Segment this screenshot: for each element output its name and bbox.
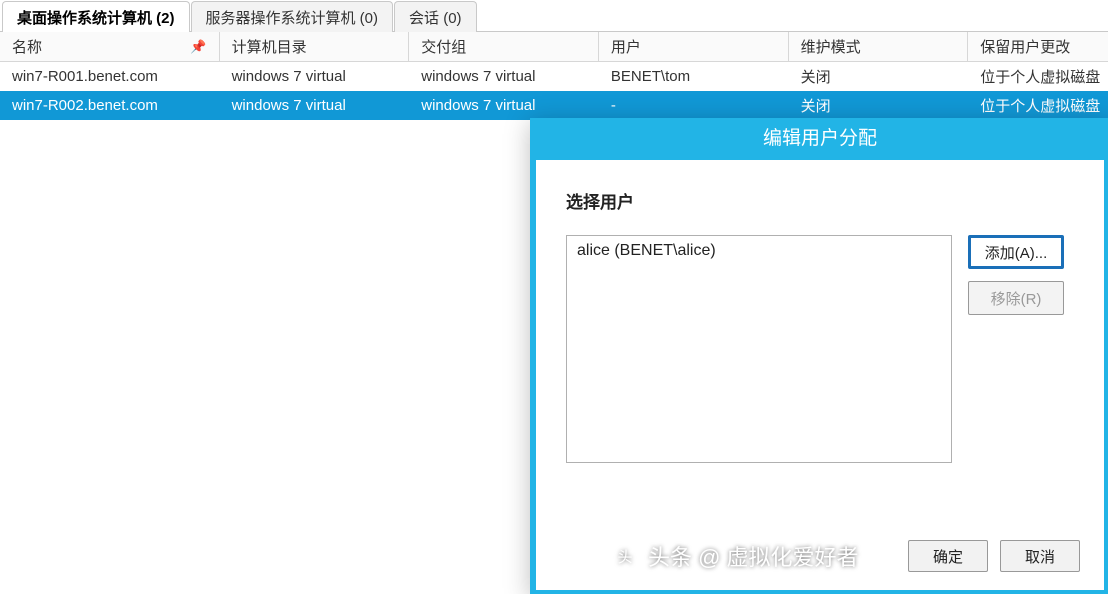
cancel-button[interactable]: 取消: [1000, 540, 1080, 572]
tab-sessions[interactable]: 会话 (0): [394, 1, 477, 32]
cell-name: win7-R002.benet.com: [0, 97, 220, 114]
cell-catalog: windows 7 virtual: [220, 97, 410, 114]
column-name[interactable]: 名称 📌: [0, 32, 220, 61]
cell-user: -: [599, 97, 789, 114]
cell-user: BENET\tom: [599, 68, 789, 85]
user-listbox[interactable]: alice (BENET\alice): [566, 235, 952, 463]
cell-retain: 位于个人虚拟磁盘: [968, 95, 1108, 116]
tab-strip: 桌面操作系统计算机 (2) 服务器操作系统计算机 (0) 会话 (0): [0, 0, 1108, 32]
section-label: 选择用户: [566, 188, 1074, 213]
column-user[interactable]: 用户: [599, 32, 789, 61]
cell-maint: 关闭: [789, 95, 969, 116]
cell-retain: 位于个人虚拟磁盘: [968, 66, 1108, 87]
table-row[interactable]: win7-R001.benet.com windows 7 virtual wi…: [0, 62, 1108, 91]
column-maintenance[interactable]: 维护模式: [789, 32, 969, 61]
cell-name: win7-R001.benet.com: [0, 68, 220, 85]
table-header: 名称 📌 计算机目录 交付组 用户 维护模式 保留用户更改: [0, 32, 1108, 62]
add-button[interactable]: 添加(A)...: [968, 235, 1064, 269]
table-row[interactable]: win7-R002.benet.com windows 7 virtual wi…: [0, 91, 1108, 120]
column-catalog[interactable]: 计算机目录: [220, 32, 410, 61]
column-delivery[interactable]: 交付组: [409, 32, 599, 61]
tab-desktop-os[interactable]: 桌面操作系统计算机 (2): [2, 1, 190, 32]
column-name-label: 名称: [12, 36, 42, 57]
cell-catalog: windows 7 virtual: [220, 68, 410, 85]
ok-button[interactable]: 确定: [908, 540, 988, 572]
remove-button[interactable]: 移除(R): [968, 281, 1064, 315]
dialog-title: 编辑用户分配: [536, 122, 1104, 160]
cell-maint: 关闭: [789, 66, 969, 87]
tab-server-os[interactable]: 服务器操作系统计算机 (0): [191, 1, 394, 32]
cell-delivery: windows 7 virtual: [409, 68, 599, 85]
edit-user-assignment-dialog: 编辑用户分配 选择用户 alice (BENET\alice) 添加(A)...…: [530, 118, 1108, 594]
pin-icon[interactable]: 📌: [190, 39, 206, 55]
list-item[interactable]: alice (BENET\alice): [577, 242, 941, 260]
cell-delivery: windows 7 virtual: [409, 97, 599, 114]
column-retain[interactable]: 保留用户更改: [968, 32, 1108, 61]
